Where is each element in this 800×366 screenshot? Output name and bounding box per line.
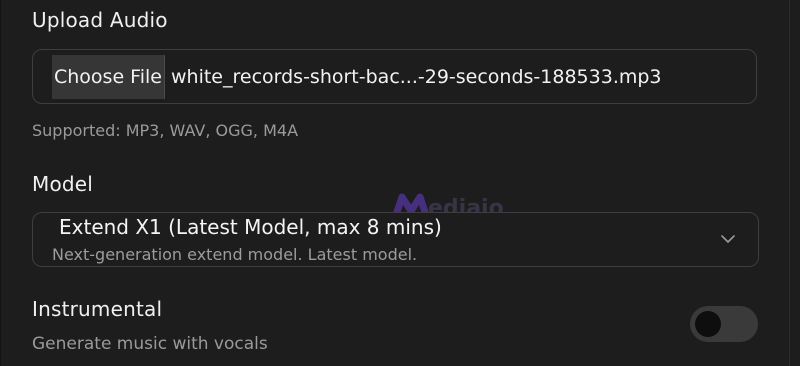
supported-formats-hint: Supported: MP3, WAV, OGG, M4A	[32, 121, 299, 140]
settings-panel: Upload Audio Choose File white_records-s…	[0, 0, 800, 366]
selected-file-name: white_records-short-bac...-29-seconds-18…	[170, 65, 662, 88]
model-select-value: Extend X1 (Latest Model, max 8 mins)	[59, 215, 442, 239]
model-select[interactable]: Extend X1 (Latest Model, max 8 mins) Nex…	[32, 212, 759, 267]
left-border	[0, 0, 1, 366]
toggle-knob	[695, 311, 721, 337]
right-scroll-edge	[789, 0, 790, 366]
chevron-down-icon	[721, 235, 735, 243]
instrumental-label: Instrumental	[32, 297, 163, 321]
choose-file-button[interactable]: Choose File	[52, 54, 165, 99]
model-label: Model	[32, 172, 94, 196]
instrumental-toggle[interactable]	[690, 306, 758, 342]
model-select-description: Next-generation extend model. Latest mod…	[52, 245, 418, 264]
instrumental-description: Generate music with vocals	[32, 334, 268, 354]
file-input[interactable]: Choose File white_records-short-bac...-2…	[32, 49, 757, 104]
upload-audio-label: Upload Audio	[32, 8, 168, 32]
